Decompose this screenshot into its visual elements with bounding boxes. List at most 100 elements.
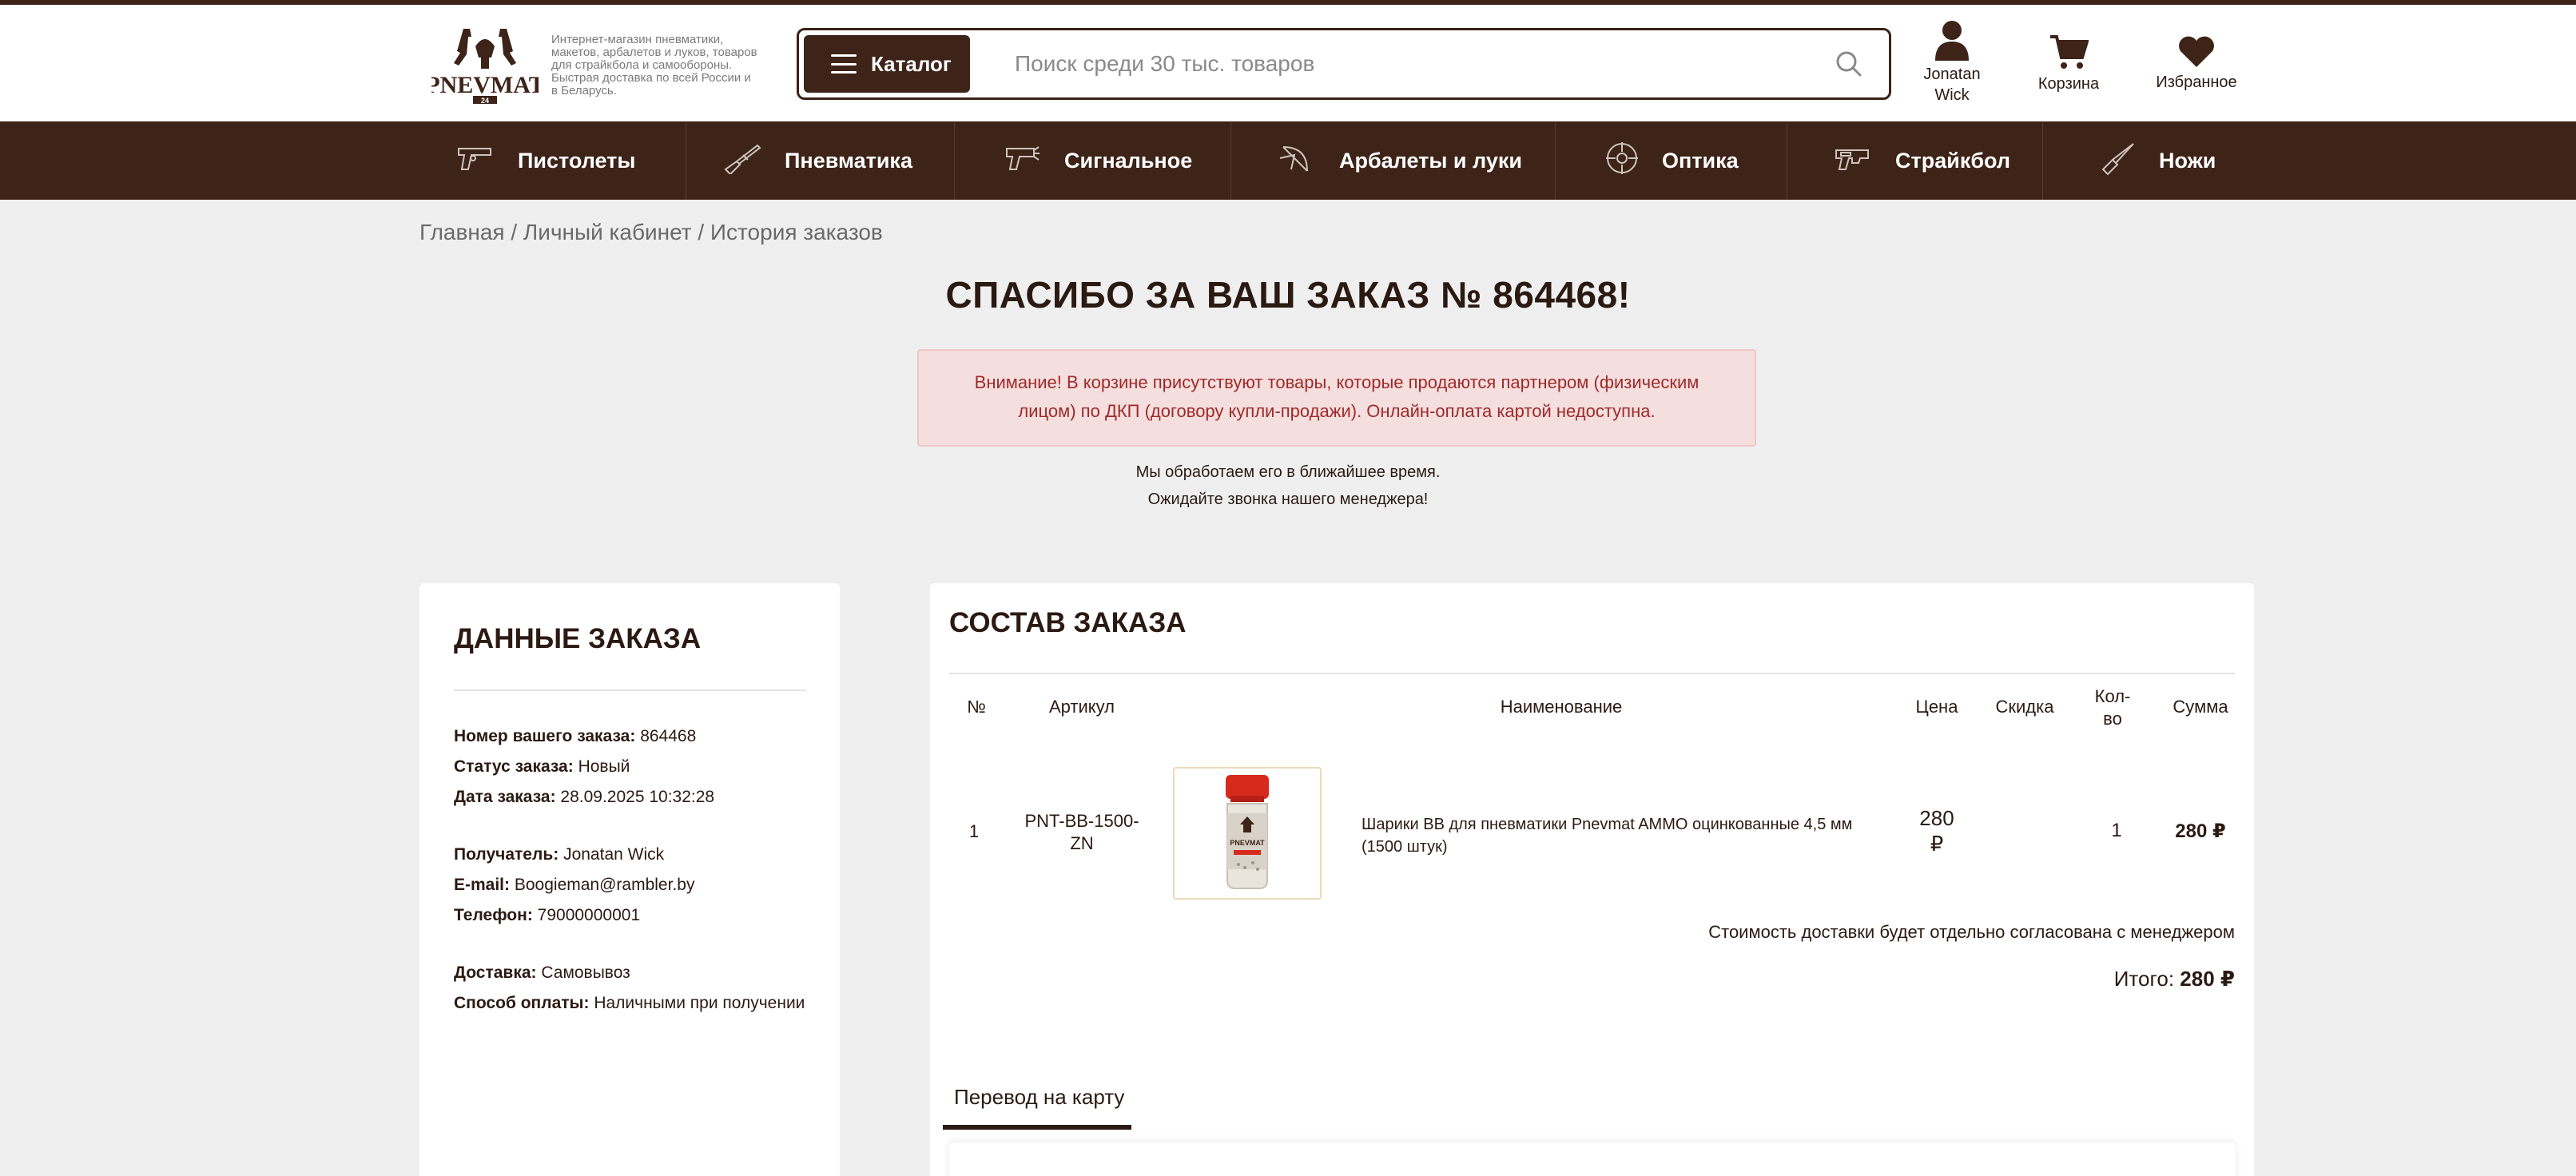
nav-item-optics[interactable]: Оптика <box>1604 121 1739 200</box>
site-header: PNEVMAT 24 Интернет-магазин пневматики, … <box>0 5 2576 121</box>
order-date-value: 28.09.2025 10:32:28 <box>560 788 715 806</box>
menu-icon <box>831 54 857 74</box>
email-label: E-mail: <box>454 876 511 894</box>
alert-text-line: Внимание! В корзине присутствуют товары,… <box>974 372 1699 392</box>
nav-item-airsoft[interactable]: Страйкбол <box>1833 121 2010 200</box>
warning-alert: Внимание! В корзине присутствуют товары,… <box>917 349 1756 447</box>
row-num: 1 <box>968 821 980 841</box>
order-number-value: 864468 <box>640 727 697 745</box>
page-title: СПАСИБО ЗА ВАШ ЗАКАЗ № 864468! <box>945 274 1631 316</box>
delivery-cost-note: Стоимость доставки будет отдельно соглас… <box>1708 922 2235 942</box>
recipient-value: Jonatan Wick <box>563 845 665 864</box>
nav-divider <box>2042 121 2043 200</box>
nav-divider <box>954 121 955 200</box>
call-note: Ожидайте звонка нашего менеджера! <box>1147 491 1429 508</box>
signal-pistol-icon <box>1002 142 1064 180</box>
row-sku: PNT-BB-1500- ZN <box>1010 810 1154 855</box>
breadcrumb: Главная / Личный кабинет / История заказ… <box>419 220 883 245</box>
breadcrumb-account[interactable]: Личный кабинет <box>523 220 692 244</box>
favorites-link[interactable]: Избранное <box>2153 35 2240 93</box>
category-nav: Пистолеты Пневматика Сигнальное Арбалеты… <box>0 121 2576 200</box>
favorites-label: Избранное <box>2156 74 2237 91</box>
col-header-qty: Кол- во <box>2081 685 2145 730</box>
order-number-row: Номер вашего заказа: 864468 <box>454 727 696 746</box>
breadcrumb-current[interactable]: История заказов <box>710 220 883 244</box>
knife-icon <box>2101 141 2159 181</box>
order-status-row: Статус заказа: Новый <box>454 757 630 777</box>
row-price-line: ₽ <box>1930 832 1944 856</box>
crossbow-icon <box>1277 142 1339 180</box>
nav-divider <box>1230 121 1231 200</box>
processing-note: Мы обработаем его в ближайшее время. <box>1135 463 1441 481</box>
col-header-price: Цена <box>1915 697 1958 717</box>
col-header-num: № <box>967 697 986 717</box>
payment-row: Способ оплаты: Наличными при получении <box>454 994 805 1013</box>
total-label: Итого: <box>2113 967 2175 991</box>
air-rifle-icon <box>722 142 785 180</box>
row-price-line: 280 <box>1919 806 1954 830</box>
order-info-card: ДАННЫЕ ЗАКАЗА Номер вашего заказа: 86446… <box>419 583 840 1176</box>
search-input[interactable] <box>1015 42 1798 86</box>
order-items-heading: СОСТАВ ЗАКАЗА <box>949 607 1187 638</box>
order-status-label: Статус заказа: <box>454 757 574 776</box>
nav-item-knives[interactable]: Ножи <box>2101 121 2216 200</box>
nav-item-air-guns[interactable]: Пневматика <box>722 121 912 200</box>
row-name[interactable]: Шарики BB для пневматики Pnevmat AMMO оц… <box>1362 813 1873 858</box>
pistol-icon <box>455 142 518 180</box>
delivery-row: Доставка: Самовывоз <box>454 963 630 983</box>
order-items-card: СОСТАВ ЗАКАЗА № Артикул Наименование Цен… <box>930 583 2254 1176</box>
cart-label: Корзина <box>2037 75 2100 93</box>
pnevmat-logo[interactable]: PNEVMAT 24 <box>425 22 545 105</box>
divider <box>454 689 805 691</box>
col-header-name: Наименование <box>1500 697 1623 717</box>
order-info-heading: ДАННЫЕ ЗАКАЗА <box>454 623 702 654</box>
nav-item-pistols[interactable]: Пистолеты <box>455 121 635 200</box>
row-name-line: Шарики BB для пневматики Pnevmat AMMO оц… <box>1362 816 1853 833</box>
site-tagline: Интернет-магазин пневматики, макетов, ар… <box>551 33 757 97</box>
heart-icon <box>2153 35 2240 69</box>
recipient-label: Получатель: <box>454 845 559 864</box>
order-date-label: Дата заказа: <box>454 788 556 806</box>
nav-item-label: Пневматика <box>785 148 912 173</box>
nav-item-label: Пистолеты <box>518 148 636 173</box>
airsoft-icon <box>1833 142 1895 180</box>
tab-panel <box>949 1142 2236 1176</box>
phone-value: 79000000001 <box>537 906 641 924</box>
divider <box>949 673 2235 674</box>
svg-text:PNEVMAT: PNEVMAT <box>431 72 539 98</box>
tab-card-transfer[interactable]: Перевод на карту <box>943 1063 1131 1130</box>
search-bar: Каталог <box>797 28 1891 100</box>
col-header-qty-line: во <box>2103 709 2122 729</box>
cart-link[interactable]: Корзина <box>2033 34 2105 94</box>
payment-value: Наличными при получении <box>594 994 805 1012</box>
delivery-label: Доставка: <box>454 963 537 982</box>
breadcrumb-separator: / <box>504 220 523 244</box>
col-header-sku: Артикул <box>1048 697 1115 717</box>
breadcrumb-home[interactable]: Главная <box>419 220 505 244</box>
nav-item-label: Арбалеты и луки <box>1339 148 1522 173</box>
nav-item-crossbows[interactable]: Арбалеты и луки <box>1277 121 1522 200</box>
order-date-row: Дата заказа: 28.09.2025 10:32:28 <box>454 788 714 807</box>
product-thumbnail[interactable]: PNEVMAT <box>1173 767 1322 900</box>
alert-text-line: лицом) по ДКП (договору купли-продажи). … <box>1018 401 1656 421</box>
total-value: 280 ₽ <box>2180 967 2235 991</box>
catalog-button[interactable]: Каталог <box>804 35 970 93</box>
order-status-value: Новый <box>578 757 630 776</box>
nav-item-label: Оптика <box>1662 148 1739 173</box>
row-sum: 280 ₽ <box>2175 820 2226 842</box>
row-sku-line: PNT-BB-1500- <box>1024 811 1139 831</box>
recipient-row: Получатель: Jonatan Wick <box>454 845 664 864</box>
user-account-link[interactable]: Jonatan Wick <box>1916 19 1988 105</box>
row-qty: 1 <box>2111 820 2122 841</box>
search-icon[interactable] <box>1833 48 1865 80</box>
row-sku-line: ZN <box>1070 833 1094 853</box>
user-icon <box>1916 19 1988 61</box>
nav-item-signal[interactable]: Сигнальное <box>1002 121 1192 200</box>
phone-label: Телефон: <box>454 906 533 924</box>
phone-row: Телефон: 79000000001 <box>454 906 640 925</box>
svg-text:24: 24 <box>481 97 489 105</box>
order-total: Итого: 280 ₽ <box>2114 967 2235 991</box>
nav-divider <box>1555 121 1556 200</box>
nav-item-label: Сигнальное <box>1064 148 1193 173</box>
user-name-last: Wick <box>1934 86 1970 104</box>
